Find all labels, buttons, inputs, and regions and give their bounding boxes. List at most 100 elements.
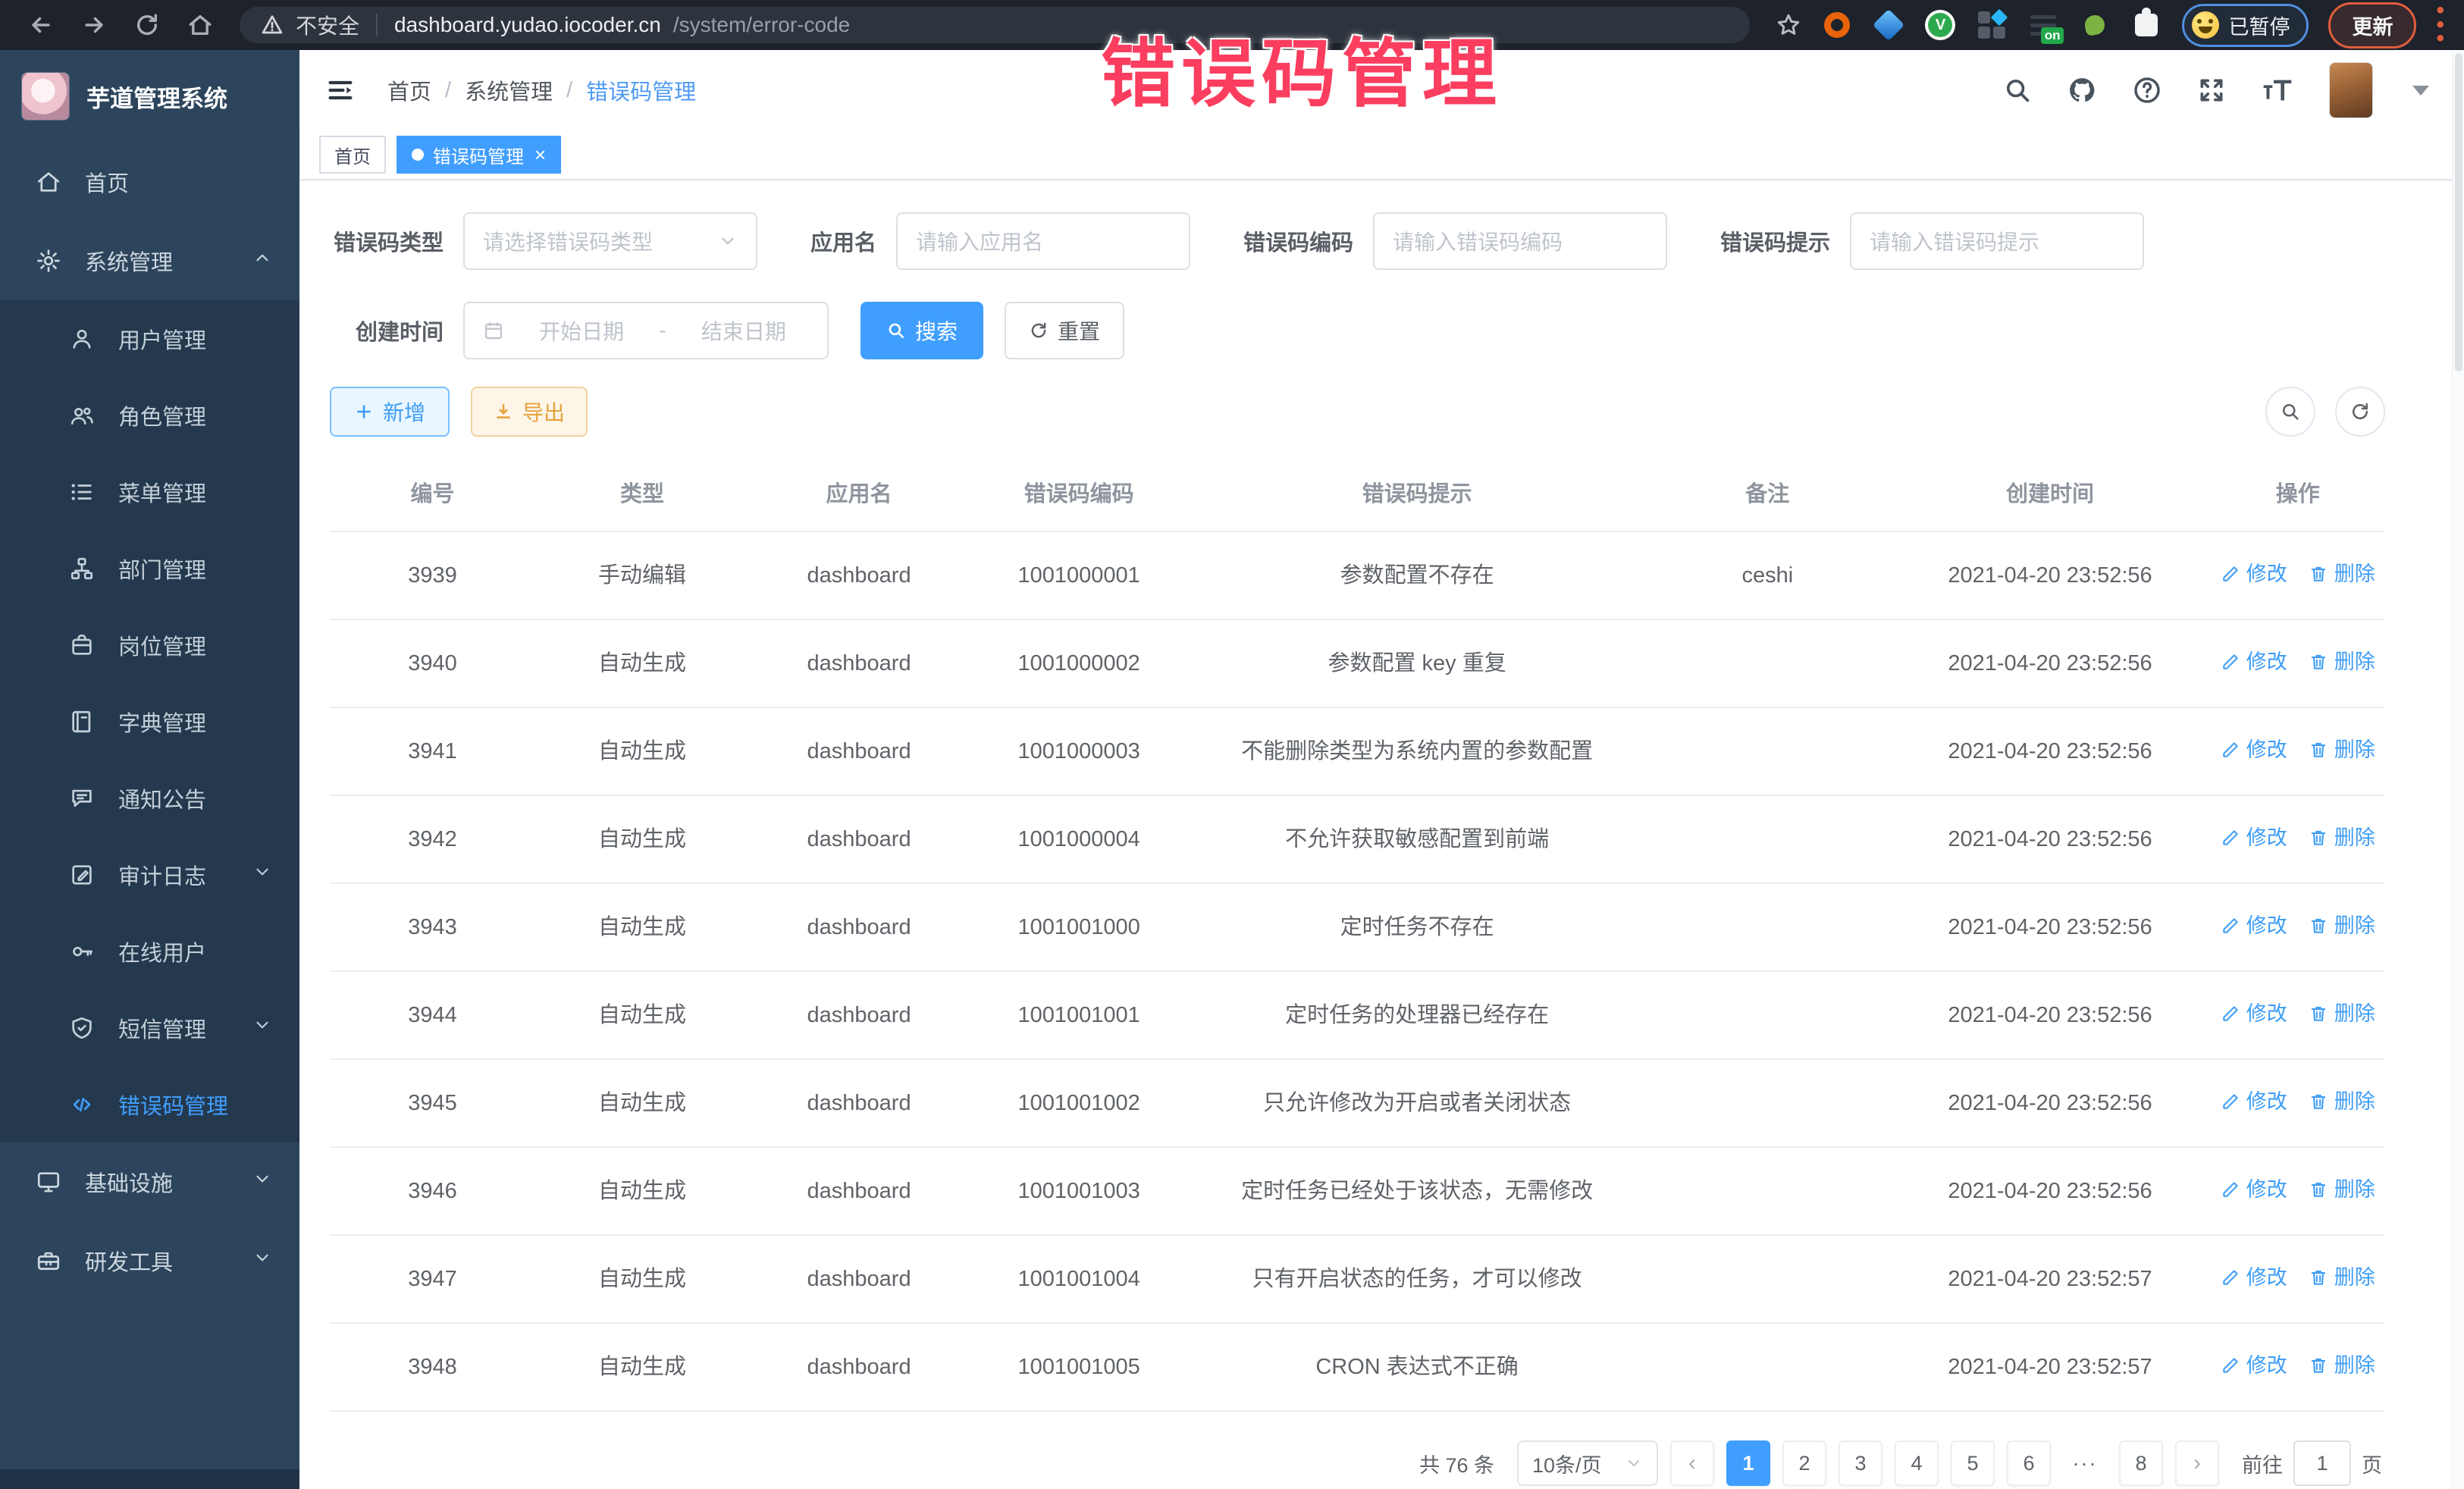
edit-link[interactable]: 修改 <box>2221 646 2287 678</box>
pencil-icon <box>2221 652 2240 672</box>
search-button[interactable]: 搜索 <box>861 302 983 359</box>
page-button-2[interactable]: 2 <box>1782 1440 1826 1486</box>
github-icon[interactable] <box>2067 75 2097 105</box>
extension-drop-icon[interactable] <box>2079 9 2111 41</box>
breadcrumb-item[interactable]: 首页 <box>387 74 431 106</box>
app-name-input[interactable]: 请输入应用名 <box>896 212 1190 270</box>
delete-link[interactable]: 删除 <box>2309 822 2375 854</box>
page-size-select[interactable]: 10条/页 <box>1517 1440 1658 1486</box>
sidebar-item-menulist[interactable]: 菜单管理 <box>0 453 299 530</box>
sidebar-item-gear[interactable]: 系统管理 <box>0 221 299 300</box>
delete-link[interactable]: 删除 <box>2309 558 2375 590</box>
error-hint-input[interactable]: 请输入错误码提示 <box>1850 212 2144 270</box>
refresh-button[interactable] <box>2335 387 2385 437</box>
badge-icon <box>67 632 97 658</box>
extension-grid-icon[interactable] <box>1976 9 2008 41</box>
sidebar-item-book[interactable]: 字典管理 <box>0 683 299 760</box>
delete-link[interactable]: 删除 <box>2309 1262 2375 1293</box>
goto-page-input[interactable]: 1 <box>2293 1440 2351 1486</box>
sidebar-item-log[interactable]: 审计日志 <box>0 836 299 913</box>
page-button-5[interactable]: 5 <box>1951 1440 1995 1486</box>
sidebar-item-code[interactable]: 错误码管理 <box>0 1066 299 1143</box>
delete-link[interactable]: 删除 <box>2309 646 2375 678</box>
chevron-down-icon <box>252 862 272 888</box>
extension-v-icon[interactable]: V <box>1924 9 1956 41</box>
edit-link[interactable]: 修改 <box>2221 1174 2287 1205</box>
edit-link[interactable]: 修改 <box>2221 822 2287 854</box>
prev-page-button[interactable]: ‹ <box>1670 1440 1714 1486</box>
sidebar-collapse-bar[interactable] <box>0 1469 299 1489</box>
browser-forward-icon[interactable] <box>73 4 115 46</box>
page-button-3[interactable]: 3 <box>1839 1440 1882 1486</box>
header-search-icon[interactable] <box>2003 76 2032 105</box>
hamburger-icon[interactable] <box>325 75 356 105</box>
edit-link[interactable]: 修改 <box>2221 910 2287 942</box>
tab-item[interactable]: 首页 <box>319 136 386 174</box>
sidebar-item-toolbox[interactable]: 研发工具 <box>0 1221 299 1300</box>
bookmark-star-icon[interactable] <box>1776 12 1801 38</box>
extension-aperture-icon[interactable] <box>1821 9 1853 41</box>
fullscreen-icon[interactable] <box>2197 76 2226 105</box>
sidebar-item-org[interactable]: 部门管理 <box>0 530 299 607</box>
avatar-caret-icon[interactable] <box>2412 86 2429 96</box>
sidebar-item-badge[interactable]: 岗位管理 <box>0 607 299 683</box>
user-avatar[interactable] <box>2329 62 2373 118</box>
page-scrollbar[interactable] <box>2452 50 2464 1489</box>
sidebar-item-label: 短信管理 <box>118 1012 252 1044</box>
edit-link[interactable]: 修改 <box>2221 998 2287 1030</box>
delete-link[interactable]: 删除 <box>2309 1350 2375 1381</box>
breadcrumb-item[interactable]: 系统管理 <box>465 74 553 106</box>
profile-paused-badge[interactable]: 已暂停 <box>2182 4 2309 47</box>
tab-close-icon[interactable]: × <box>534 145 546 165</box>
error-code-input[interactable]: 请输入错误码编码 <box>1373 212 1667 270</box>
export-button[interactable]: 导出 <box>471 387 588 437</box>
help-icon[interactable] <box>2132 75 2162 105</box>
page-button-4[interactable]: 4 <box>1895 1440 1939 1486</box>
delete-link[interactable]: 删除 <box>2309 910 2375 942</box>
extension-list-icon[interactable]: on <box>2027 9 2059 41</box>
browser-home-icon[interactable] <box>179 4 221 46</box>
sidebar-item-shield[interactable]: 短信管理 <box>0 989 299 1066</box>
edit-link[interactable]: 修改 <box>2221 1350 2287 1381</box>
sidebar-item-users[interactable]: 角色管理 <box>0 377 299 453</box>
delete-link[interactable]: 删除 <box>2309 734 2375 766</box>
page-button-6[interactable]: 6 <box>2007 1440 2051 1486</box>
edit-link[interactable]: 修改 <box>2221 1262 2287 1293</box>
browser-reload-icon[interactable] <box>126 4 168 46</box>
edit-link[interactable]: 修改 <box>2221 558 2287 590</box>
browser-update-button[interactable]: 更新 <box>2328 2 2416 49</box>
sidebar-item-key[interactable]: 在线用户 <box>0 913 299 989</box>
toggle-search-button[interactable] <box>2265 387 2315 437</box>
delete-link[interactable]: 删除 <box>2309 998 2375 1030</box>
sidebar-item-megaphone[interactable]: 通知公告 <box>0 760 299 836</box>
reset-button[interactable]: 重置 <box>1005 302 1124 359</box>
address-bar[interactable]: 不安全 dashboard.yudao.iocoder.cn/system/er… <box>240 7 1750 43</box>
next-page-button[interactable]: › <box>2175 1440 2219 1486</box>
browser-back-icon[interactable] <box>20 4 62 46</box>
edit-link[interactable]: 修改 <box>2221 1086 2287 1118</box>
delete-link[interactable]: 删除 <box>2309 1174 2375 1205</box>
extension-puzzle-icon[interactable] <box>2130 9 2162 41</box>
error-code-placeholder: 请输入错误码编码 <box>1393 226 1563 256</box>
sidebar-item-monitor[interactable]: 基础设施 <box>0 1143 299 1221</box>
edit-link[interactable]: 修改 <box>2221 734 2287 766</box>
tab-active[interactable]: 错误码管理× <box>397 136 561 174</box>
add-button[interactable]: 新增 <box>330 387 450 437</box>
breadcrumb-item[interactable]: 错误码管理 <box>586 74 696 106</box>
table-toolbar: 新增 导出 <box>330 387 2385 437</box>
delete-link[interactable]: 删除 <box>2309 1086 2375 1118</box>
page-button-1[interactable]: 1 <box>1726 1440 1770 1486</box>
chevron-down-icon <box>252 1169 272 1195</box>
sidebar-item-user[interactable]: 用户管理 <box>0 300 299 377</box>
error-type-select[interactable]: 请选择错误码类型 <box>463 212 757 270</box>
font-size-icon[interactable] <box>2261 75 2294 105</box>
date-range-picker[interactable]: 开始日期 - 结束日期 <box>463 302 829 359</box>
extension-gem-icon[interactable] <box>1873 9 1904 41</box>
sidebar-item-home[interactable]: 首页 <box>0 143 299 221</box>
sidebar-logo[interactable]: 芋道管理系统 <box>0 50 299 143</box>
column-header: 类型 <box>535 456 749 531</box>
page-button-8[interactable]: 8 <box>2119 1440 2163 1486</box>
table-header: 编号类型应用名错误码编码错误码提示备注创建时间操作 <box>330 456 2385 531</box>
trash-icon <box>2309 1268 2328 1287</box>
browser-menu-icon[interactable]: ••• <box>2436 4 2444 46</box>
